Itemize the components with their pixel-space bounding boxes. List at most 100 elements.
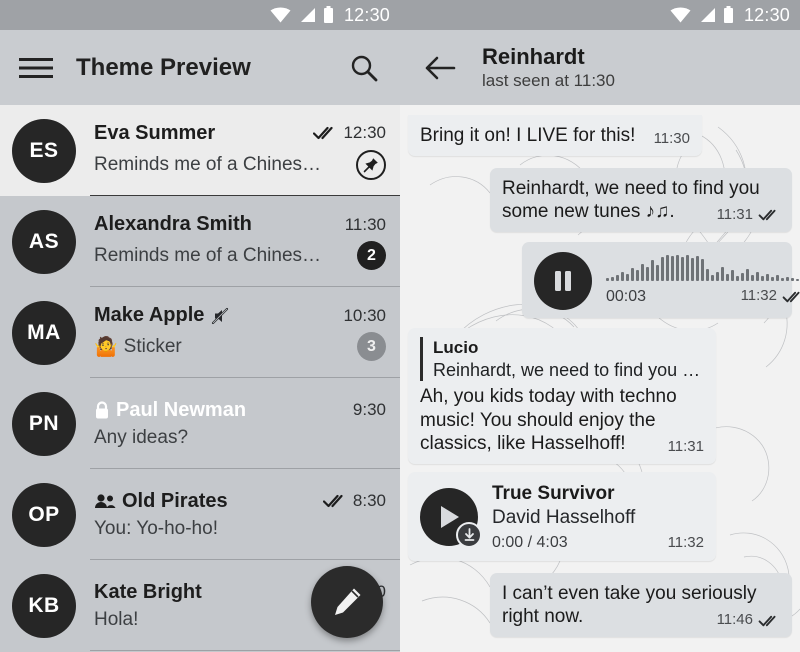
chat-row-top: Old Pirates 8:30 [94,490,386,513]
audio-artist: David Hasselhoff [492,507,636,529]
avatar: AS [12,209,76,274]
message-time: 11:32 [741,287,800,306]
chat-list-item-eva-summer[interactable]: ES Eva Summer 12:30 Reminds me of a Chin… [0,105,400,196]
double-check-icon [758,615,776,626]
avatar: PN [12,391,76,456]
chat-list-item-old-pirates[interactable]: OP Old Pirates 8:30 You: Yo-ho-ho! [0,469,400,560]
contact-status: last seen at 11:30 [482,70,615,90]
chat-name: Eva Summer [94,121,216,144]
status-bar-time: 12:30 [343,4,390,25]
chat-name: Paul Newman [116,398,247,421]
chat-row-top: Alexandra Smith 11:30 [94,213,386,236]
chat-time: 12:30 [343,123,386,142]
unread-badge: 3 [357,332,386,361]
chat-preview-text: Reminds me of a Chines… [94,153,322,175]
battery-icon [323,6,333,23]
chat-preview-text: Reminds me of a Chines… [94,244,322,266]
pause-button[interactable] [534,251,592,310]
status-bar-left: 12:30 [0,0,400,30]
chat-name: Kate Bright [94,580,202,603]
message-bubble-incoming-reply[interactable]: Lucio Reinhardt, we need to find you som… [408,327,716,464]
chat-time: 11:30 [344,214,386,234]
conversation-title-block[interactable]: Reinhardt last seen at 11:30 [482,44,615,91]
waveform[interactable] [606,254,800,281]
chat-preview-text: Sticker [123,335,182,357]
chat-name: Make Apple [94,304,205,326]
back-arrow-icon[interactable] [418,55,462,81]
chat-row-body: Alexandra Smith 11:30 Reminds me of a Ch… [94,210,386,274]
chat-row-body: Paul Newman 9:30 Any ideas? [94,392,386,456]
conversation-appbar: Reinhardt last seen at 11:30 [400,30,800,105]
status-bar-time: 12:30 [743,4,790,25]
battery-icon [723,6,733,23]
group-icon [94,493,116,509]
voice-details: 00:03 11:32 [606,254,800,307]
chat-list-item-paul-newman[interactable]: PN Paul Newman 9:30 Any ideas? [0,378,400,469]
pencil-icon [335,588,361,615]
play-button[interactable] [420,488,482,549]
chat-row-meta: 9:30 [353,400,386,420]
double-check-icon [322,494,343,508]
chat-row-body: Eva Summer 12:30 Reminds me of a Chines… [94,119,386,183]
chat-row-bottom: Reminds me of a Chines… 2 [94,241,386,270]
signal-icon [300,8,315,22]
reply-quote[interactable]: Lucio Reinhardt, we need to find you som… [420,336,704,382]
audio-message-bubble[interactable]: True Survivor David Hasselhoff 0:00 / 4:… [408,471,716,561]
message-bubble-incoming[interactable]: Bring it on! I LIVE for this! 11:30 [408,115,702,156]
chat-time: 9:30 [352,400,386,419]
lock-icon [94,400,110,420]
play-icon [441,506,459,529]
chat-list[interactable]: ES Eva Summer 12:30 Reminds me of a Chin… [0,105,400,652]
mute-icon [210,306,230,326]
chat-list-appbar: Theme Preview [0,30,400,105]
voice-message-bubble[interactable]: 00:03 11:32 [522,241,800,318]
chat-name: Old Pirates [122,489,228,512]
message-time: 11:31 [667,438,704,456]
chat-row-top: Eva Summer 12:30 [94,122,386,145]
theme-preview-screen: 12:30 Theme Preview ES Eva Summer 12:30 … [0,0,800,652]
status-bar-right: 12:30 [400,0,800,30]
pin-icon [356,149,386,180]
message-bubble-outgoing[interactable]: Reinhardt, we need to find you some new … [490,167,792,232]
download-icon[interactable] [456,522,482,549]
message-time: 11:46 [717,611,780,630]
chat-row-meta: 8:30 [322,491,386,511]
chat-preview-text: You: Yo-ho-ho! [94,517,218,539]
message-bubble-outgoing[interactable]: I can’t even take you seriously right no… [490,572,792,637]
chat-row-top: Paul Newman 9:30 [94,399,386,422]
chat-row-meta: 11:30 [345,215,386,235]
message-time: 11:31 [717,206,780,225]
message-list[interactable]: Bring it on! I LIVE for this! 11:30 Rein… [400,115,800,652]
double-check-icon [782,291,800,302]
chat-row-bottom: You: Yo-ho-ho! [94,518,386,540]
chat-row-body: Make Apple 10:30 🤷 Sticker 3 [94,301,386,365]
audio-progress-row: 0:00 / 4:03 11:32 [492,533,704,553]
voice-duration: 00:03 [606,287,647,305]
avatar: KB [12,573,76,638]
hamburger-menu-icon[interactable] [14,57,58,79]
double-check-icon [758,210,776,221]
unread-badge: 2 [357,241,386,270]
chat-preview-text: Any ideas? [94,426,189,448]
chat-row-bottom: Any ideas? [94,427,386,449]
chat-name: Alexandra Smith [94,213,252,235]
chat-list-item-alexandra-smith[interactable]: AS Alexandra Smith 11:30 Reminds me of a… [0,196,400,287]
reply-author: Lucio [433,337,479,357]
contact-name: Reinhardt [482,44,585,70]
reply-text: Reinhardt, we need to find you som… [433,359,703,380]
chat-row-meta: 12:30 [313,123,386,143]
voice-player[interactable]: 00:03 11:32 [522,242,800,318]
double-check-icon [313,126,334,140]
search-icon[interactable] [342,54,386,82]
chat-time: 10:30 [343,305,386,325]
audio-details: True Survivor David Hasselhoff 0:00 / 4:… [492,482,704,553]
avatar: ES [12,118,76,183]
message-time: 11:32 [667,533,704,551]
message-text: Bring it on! I LIVE for this! [420,125,636,146]
page-title: Theme Preview [76,53,251,81]
audio-player[interactable]: True Survivor David Hasselhoff 0:00 / 4:… [408,472,716,561]
wifi-icon [270,7,291,23]
message-text: Ah, you kids today with techno music! Yo… [420,386,677,455]
chat-list-item-make-apple[interactable]: MA Make Apple 10:30 🤷 Sticker 3 [0,287,400,378]
new-message-fab[interactable] [311,566,383,638]
